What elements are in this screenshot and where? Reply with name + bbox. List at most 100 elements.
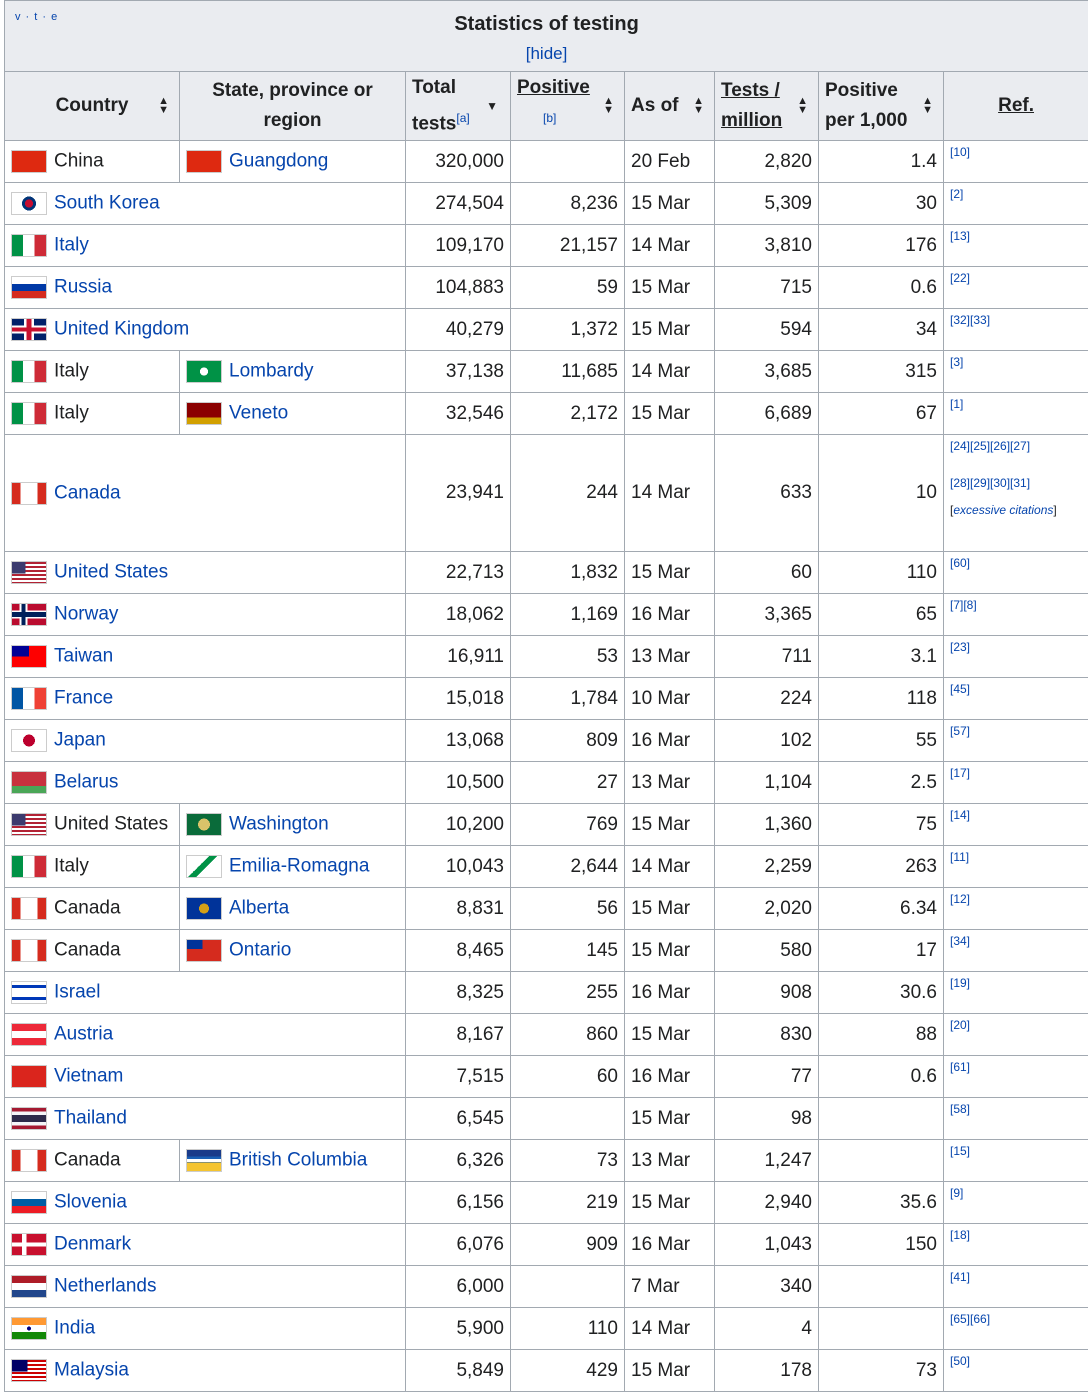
- country-name[interactable]: Norway: [54, 604, 118, 625]
- citation-link[interactable]: [22]: [950, 271, 970, 285]
- flag-canada-icon[interactable]: [11, 939, 47, 962]
- citation-link[interactable]: [2]: [950, 187, 963, 201]
- header-as-of[interactable]: As of ▲▼: [625, 72, 715, 141]
- sort-desc-icon[interactable]: ▼: [486, 91, 498, 121]
- citation-link[interactable]: [12]: [950, 892, 970, 906]
- sort-icon[interactable]: ▲▼: [603, 97, 614, 115]
- country-name[interactable]: United Kingdom: [54, 319, 189, 340]
- flag-japan-icon[interactable]: [11, 729, 47, 752]
- sort-icon[interactable]: ▲▼: [158, 97, 169, 115]
- citation-link[interactable]: [50]: [950, 1354, 970, 1368]
- region-name[interactable]: Washington: [229, 814, 329, 835]
- citation-link[interactable]: [60]: [950, 556, 970, 570]
- country-name[interactable]: South Korea: [54, 193, 160, 214]
- citation-link[interactable]: [14]: [950, 808, 970, 822]
- flag-british-columbia-icon[interactable]: [186, 1149, 222, 1172]
- flag-lombardy-icon[interactable]: [186, 360, 222, 383]
- flag-united-states-icon[interactable]: [11, 813, 47, 836]
- note-b[interactable]: [b]: [543, 111, 556, 125]
- flag-washington-icon[interactable]: [186, 813, 222, 836]
- country-name[interactable]: Israel: [54, 982, 100, 1003]
- flag-canada-icon[interactable]: [11, 482, 47, 505]
- flag-israel-icon[interactable]: [11, 981, 47, 1004]
- flag-vietnam-icon[interactable]: [11, 1065, 47, 1088]
- citation-link[interactable]: [17]: [950, 766, 970, 780]
- header-tpm-label[interactable]: Tests / million: [721, 76, 791, 136]
- vte-links[interactable]: v · t · e: [15, 11, 58, 23]
- country-name[interactable]: Russia: [54, 277, 112, 298]
- flag-malaysia-icon[interactable]: [11, 1359, 47, 1382]
- flag-canada-icon[interactable]: [11, 1149, 47, 1172]
- citation-link[interactable]: [18]: [950, 1228, 970, 1242]
- hide-link[interactable]: [hide]: [5, 44, 1088, 64]
- flag-italy-icon[interactable]: [11, 855, 47, 878]
- flag-ontario-icon[interactable]: [186, 939, 222, 962]
- citation-link[interactable]: [57]: [950, 724, 970, 738]
- note-a[interactable]: [a]: [456, 111, 469, 125]
- header-positive-per-1000[interactable]: Positive per 1,000 ▲▼: [819, 72, 944, 141]
- country-name[interactable]: Belarus: [54, 772, 118, 793]
- flag-emilia-romagna-icon[interactable]: [186, 855, 222, 878]
- citation-link[interactable]: [10]: [950, 145, 970, 159]
- header-total-tests[interactable]: Total tests[a] ▼: [406, 72, 511, 141]
- flag-netherlands-icon[interactable]: [11, 1275, 47, 1298]
- flag-norway-icon[interactable]: [11, 603, 47, 626]
- excessive-citations-link[interactable]: excessive citations: [953, 503, 1053, 517]
- citation-link[interactable]: [23]: [950, 640, 970, 654]
- header-country[interactable]: Country ▲▼: [5, 72, 180, 141]
- citation-link[interactable]: [19]: [950, 976, 970, 990]
- flag-canada-icon[interactable]: [11, 897, 47, 920]
- country-name[interactable]: Denmark: [54, 1234, 131, 1255]
- flag-united-kingdom-icon[interactable]: [11, 318, 47, 341]
- flag-russia-icon[interactable]: [11, 276, 47, 299]
- flag-china-icon[interactable]: [186, 150, 222, 173]
- citation-link[interactable]: [15]: [950, 1144, 970, 1158]
- country-name[interactable]: Japan: [54, 730, 106, 751]
- sort-icon[interactable]: ▲▼: [693, 97, 704, 115]
- flag-italy-icon[interactable]: [11, 234, 47, 257]
- country-name[interactable]: France: [54, 688, 113, 709]
- citation-link[interactable]: [61]: [950, 1060, 970, 1074]
- flag-thailand-icon[interactable]: [11, 1107, 47, 1130]
- region-name[interactable]: Lombardy: [229, 361, 314, 382]
- flag-south-korea-icon[interactable]: [11, 192, 47, 215]
- region-name[interactable]: British Columbia: [229, 1150, 367, 1171]
- country-name[interactable]: Vietnam: [54, 1066, 123, 1087]
- flag-italy-icon[interactable]: [11, 402, 47, 425]
- citation-link[interactable]: [45]: [950, 682, 970, 696]
- country-name[interactable]: Netherlands: [54, 1276, 156, 1297]
- country-name[interactable]: Malaysia: [54, 1360, 129, 1381]
- flag-denmark-icon[interactable]: [11, 1233, 47, 1256]
- country-name[interactable]: Thailand: [54, 1108, 127, 1129]
- citation-link[interactable]: [7][8]: [950, 598, 977, 612]
- region-name[interactable]: Alberta: [229, 898, 289, 919]
- flag-india-icon[interactable]: [11, 1317, 47, 1340]
- header-region[interactable]: State, province or region: [180, 72, 406, 141]
- country-name[interactable]: Austria: [54, 1024, 113, 1045]
- citation-link[interactable]: [11]: [950, 850, 969, 864]
- citation-link[interactable]: [3]: [950, 355, 963, 369]
- citation-link[interactable]: [24][25][26][27]: [950, 437, 1082, 455]
- citation-link[interactable]: [34]: [950, 934, 970, 948]
- country-name[interactable]: United States: [54, 562, 168, 583]
- sort-icon[interactable]: ▲▼: [922, 97, 933, 115]
- flag-france-icon[interactable]: [11, 687, 47, 710]
- flag-china-icon[interactable]: [11, 150, 47, 173]
- citation-link[interactable]: [20]: [950, 1018, 970, 1032]
- country-name[interactable]: Taiwan: [54, 646, 113, 667]
- flag-belarus-icon[interactable]: [11, 771, 47, 794]
- citation-link[interactable]: [1]: [950, 397, 963, 411]
- region-name[interactable]: Ontario: [229, 940, 291, 961]
- region-name[interactable]: Guangdong: [229, 151, 328, 172]
- sort-icon[interactable]: ▲▼: [797, 97, 808, 115]
- flag-united-states-icon[interactable]: [11, 561, 47, 584]
- country-name[interactable]: India: [54, 1318, 95, 1339]
- region-name[interactable]: Veneto: [229, 403, 288, 424]
- citation-link[interactable]: [9]: [950, 1186, 963, 1200]
- flag-austria-icon[interactable]: [11, 1023, 47, 1046]
- header-tests-per-million[interactable]: Tests / million ▲▼: [715, 72, 819, 141]
- header-positive-label[interactable]: Positive: [517, 77, 590, 98]
- citation-link[interactable]: [13]: [950, 229, 970, 243]
- citation-link[interactable]: [32][33]: [950, 313, 990, 327]
- country-name[interactable]: Italy: [54, 235, 89, 256]
